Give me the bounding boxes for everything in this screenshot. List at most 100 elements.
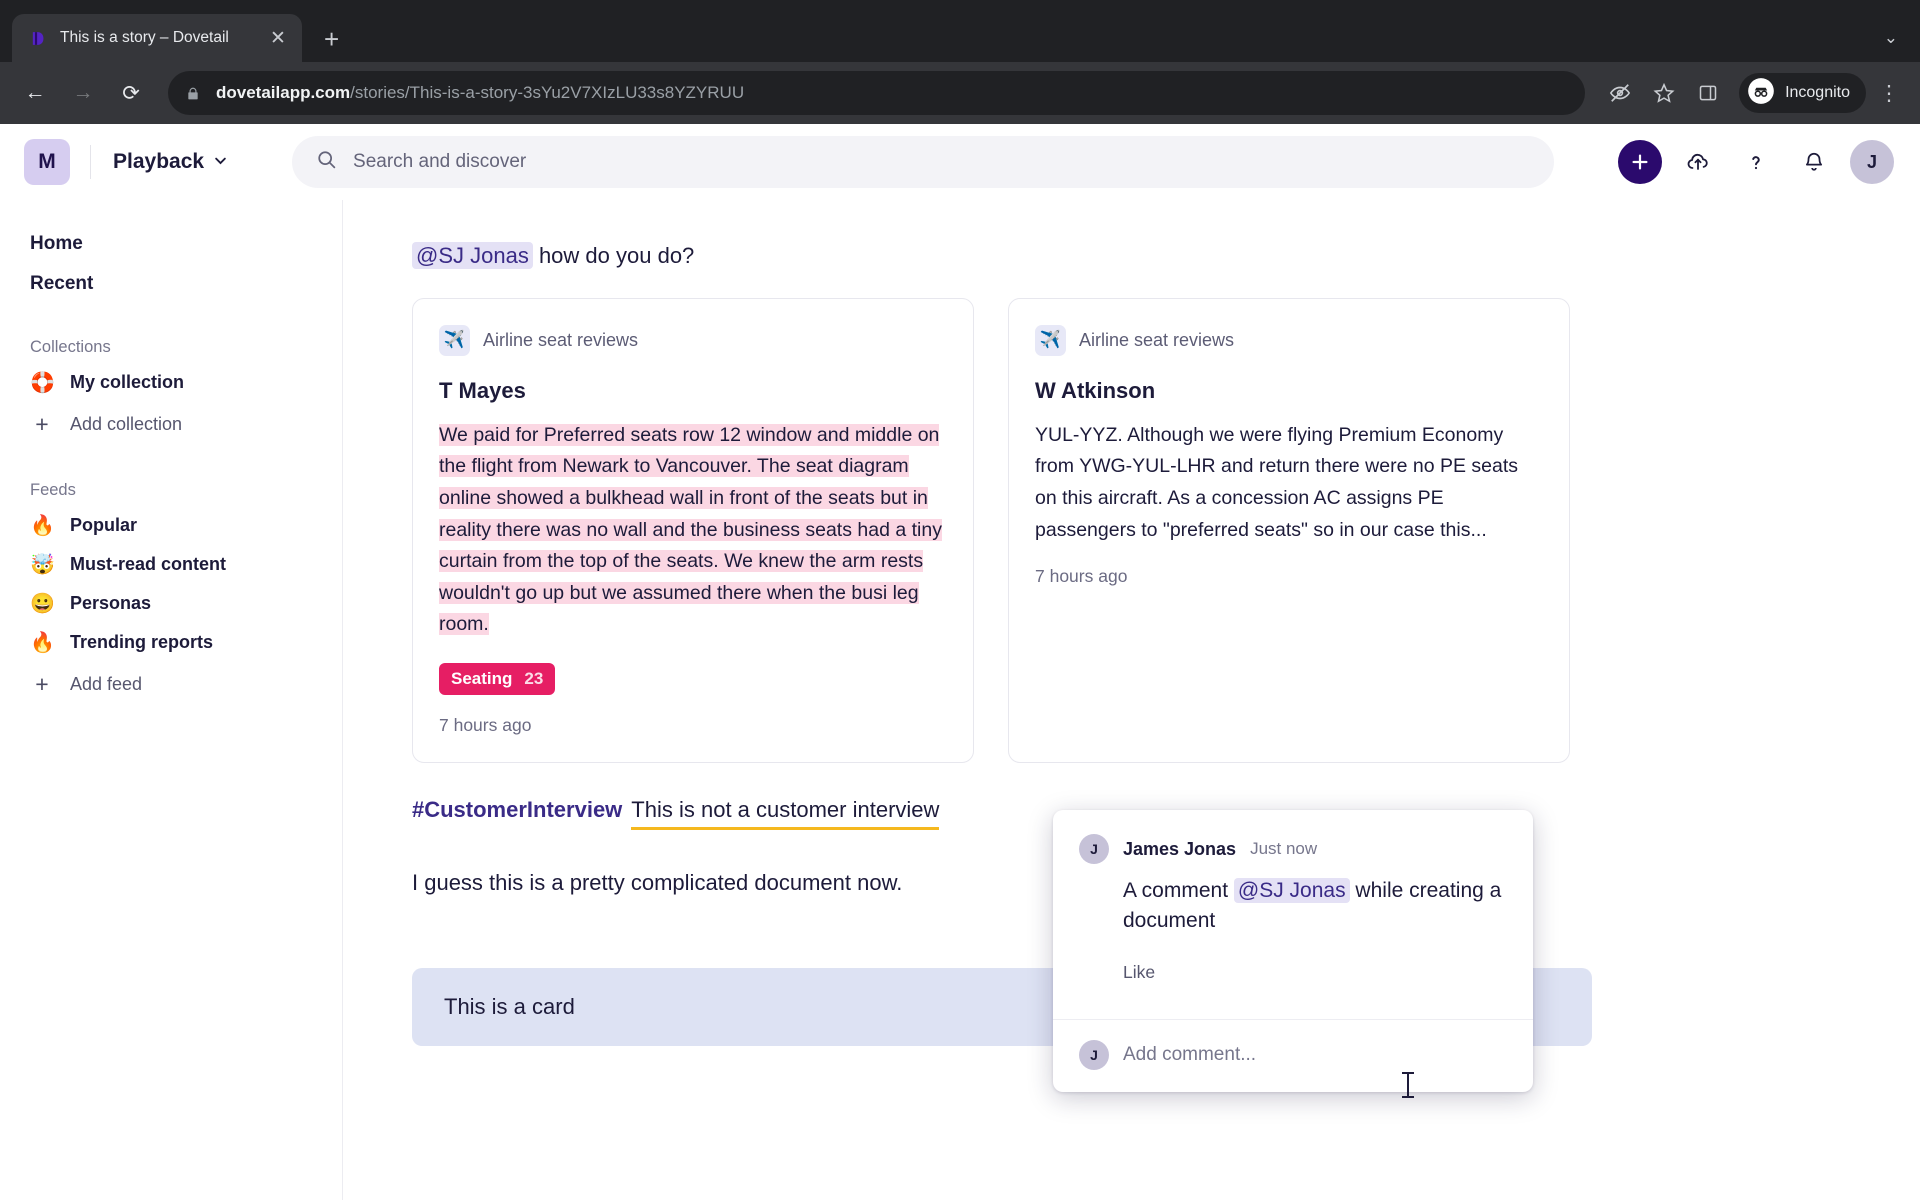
comment-composer[interactable]: J Add comment... (1053, 1018, 1533, 1092)
search-area: Search and discover (228, 136, 1618, 188)
comment-text: A comment @SJ Jonas while creating a doc… (1079, 876, 1507, 936)
create-button[interactable] (1618, 140, 1662, 184)
exploding-head-emoji-icon: 🤯 (30, 553, 55, 576)
url-host: dovetailapp.com (216, 83, 351, 102)
avatar: J (1079, 834, 1109, 864)
comment-thread: J James Jonas Just now A comment @SJ Jon… (1053, 810, 1533, 1019)
sidebar: Home Recent Collections 🛟 My collection … (0, 200, 343, 1200)
tag-label: Seating (451, 668, 513, 688)
airplane-emoji-icon: ✈️ (1035, 324, 1066, 356)
insight-cards-row: ✈️ Airline seat reviews T Mayes We paid … (412, 297, 1570, 763)
sidebar-item-popular[interactable]: 🔥 Popular (0, 506, 342, 545)
address-bar[interactable]: dovetailapp.com/stories/This-is-a-story-… (168, 71, 1586, 115)
sidebar-item-label: Popular (70, 515, 138, 535)
card-body: YUL-YYZ. Although we were flying Premium… (1035, 423, 1518, 541)
heading-text: This is not a customer interview (631, 797, 940, 830)
add-feed-label: Add feed (70, 674, 143, 694)
notifications-button[interactable] (1792, 140, 1836, 184)
mention-chip[interactable]: @SJ Jonas (1233, 878, 1350, 903)
incognito-indicator[interactable]: Incognito (1739, 73, 1866, 113)
project-name: Playback (113, 150, 205, 173)
intro-text: how do you do? (532, 243, 695, 268)
comment-input-placeholder: Add comment... (1123, 1043, 1257, 1065)
forward-button[interactable]: → (62, 72, 104, 114)
app-body: Home Recent Collections 🛟 My collection … (0, 200, 1920, 1200)
sidebar-item-personas[interactable]: 😀 Personas (0, 584, 342, 623)
add-collection-button[interactable]: + Add collection (0, 402, 342, 447)
like-button[interactable]: Like (1079, 962, 1507, 983)
comment-text-before: A comment (1123, 879, 1234, 902)
kebab-menu-icon[interactable]: ⋮ (1872, 81, 1906, 106)
browser-tab[interactable]: This is a story – Dovetail ✕ (12, 14, 302, 62)
comment-author: James Jonas (1123, 838, 1237, 859)
tag-count: 23 (524, 668, 544, 688)
close-icon[interactable]: ✕ (268, 29, 288, 48)
insight-card[interactable]: ✈️ Airline seat reviews T Mayes We paid … (412, 297, 974, 763)
card-source-label: Airline seat reviews (483, 329, 639, 350)
search-input[interactable]: Search and discover (292, 136, 1555, 188)
text-cursor (1402, 1072, 1414, 1098)
status-badge[interactable]: Seating 23 (439, 662, 556, 695)
card-title: T Mayes (439, 377, 526, 403)
card-title: W Atkinson (1035, 377, 1156, 403)
grinning-face-emoji-icon: 😀 (30, 592, 55, 615)
side-panel-icon[interactable] (1689, 74, 1727, 112)
fire-emoji-icon: 🔥 (30, 631, 55, 654)
hashtag-chip[interactable]: #CustomerInterview (412, 797, 622, 823)
chevron-down-icon[interactable]: ⌄ (1884, 28, 1898, 48)
eye-slash-icon[interactable] (1601, 74, 1639, 112)
incognito-label: Incognito (1785, 84, 1850, 101)
insight-card[interactable]: ✈️ Airline seat reviews W Atkinson YUL-Y… (1008, 297, 1570, 763)
incognito-icon (1747, 77, 1775, 110)
back-button[interactable]: ← (14, 72, 56, 114)
tab-title: This is a story – Dovetail (60, 29, 229, 46)
intro-paragraph[interactable]: @SJ Jonas how do you do? (412, 240, 1543, 272)
card-source: ✈️ Airline seat reviews (1035, 324, 1541, 356)
reload-button[interactable]: ⟳ (110, 72, 152, 114)
comment-popover[interactable]: J James Jonas Just now A comment @SJ Jon… (1053, 810, 1533, 1092)
card-body: We paid for Preferred seats row 12 windo… (439, 423, 942, 636)
avatar: J (1079, 1039, 1109, 1070)
avatar[interactable]: J (1850, 140, 1894, 184)
new-tab-button[interactable]: + (324, 26, 339, 52)
plus-icon: + (35, 671, 49, 697)
search-placeholder: Search and discover (353, 151, 527, 172)
sidebar-section-collections: Collections (30, 338, 111, 356)
sidebar-item-label: Trending reports (70, 632, 214, 652)
main-content: @SJ Jonas how do you do? ✈️ Airline seat… (343, 200, 1920, 1200)
comment-header: J James Jonas Just now (1079, 834, 1507, 864)
sidebar-item-trending-reports[interactable]: 🔥 Trending reports (0, 623, 342, 662)
card-timestamp: 7 hours ago (1035, 566, 1128, 587)
chevron-down-icon (213, 150, 228, 174)
sidebar-section-feeds: Feeds (30, 481, 76, 499)
sidebar-item-recent[interactable]: Recent (0, 264, 342, 304)
dark-flame-emoji-icon: 🔥 (30, 514, 55, 537)
upload-button[interactable] (1676, 140, 1720, 184)
dovetail-app: M Playback Search and discover J Home Re… (0, 124, 1920, 1200)
dovetail-logo-icon (28, 28, 48, 48)
url-text: dovetailapp.com/stories/This-is-a-story-… (216, 83, 744, 103)
lifebuoy-emoji-icon: 🛟 (30, 371, 55, 394)
star-icon[interactable] (1645, 74, 1683, 112)
sidebar-item-home[interactable]: Home (0, 224, 342, 264)
app-header: M Playback Search and discover J (0, 124, 1920, 200)
browser-toolbar: ← → ⟳ dovetailapp.com/stories/This-is-a-… (0, 62, 1920, 124)
tab-strip: This is a story – Dovetail ✕ + ⌄ (0, 0, 1920, 62)
comment-timestamp: Just now (1250, 839, 1318, 858)
mention-chip[interactable]: @SJ Jonas (412, 242, 533, 269)
search-icon (316, 149, 337, 175)
workspace-badge[interactable]: M (24, 139, 70, 185)
help-button[interactable] (1734, 140, 1778, 184)
sidebar-item-label: Personas (70, 593, 152, 613)
url-path: /stories/This-is-a-story-3sYu2V7XIzLU33s… (350, 83, 745, 102)
header-divider (90, 145, 91, 179)
airplane-emoji-icon: ✈️ (439, 324, 470, 356)
add-feed-button[interactable]: + Add feed (0, 662, 342, 707)
card-source: ✈️ Airline seat reviews (439, 324, 945, 356)
add-collection-label: Add collection (70, 414, 183, 434)
project-switcher[interactable]: Playback (113, 150, 228, 174)
sidebar-item-my-collection[interactable]: 🛟 My collection (0, 363, 342, 402)
sidebar-item-must-read-content[interactable]: 🤯 Must-read content (0, 545, 342, 584)
header-actions: J (1618, 140, 1894, 184)
sidebar-item-label: Must-read content (70, 554, 227, 574)
